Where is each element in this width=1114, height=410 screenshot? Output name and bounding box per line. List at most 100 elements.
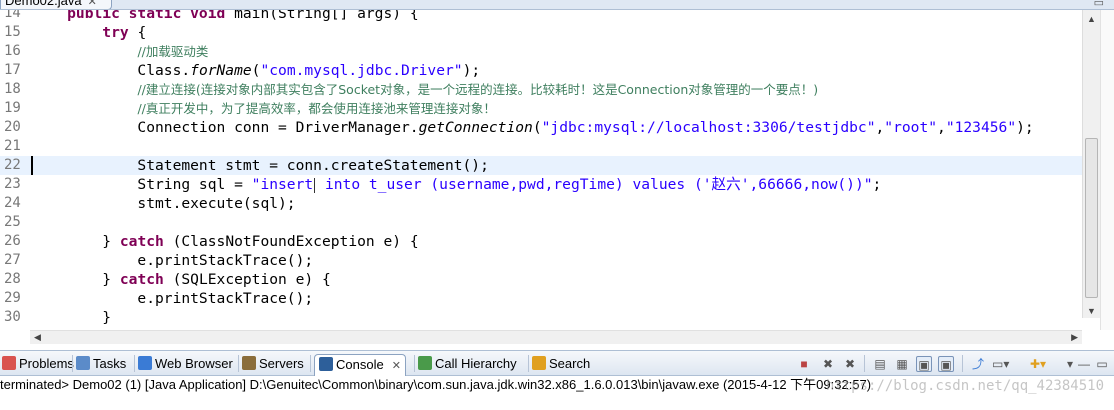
- code-token: stmt.execute(sql);: [32, 195, 296, 212]
- code-line[interactable]: 16 //加载驱动类: [0, 42, 1082, 61]
- code-line[interactable]: 28 } catch (SQLException e) {: [0, 270, 1082, 289]
- scroll-down-arrow-icon[interactable]: ▼: [1087, 306, 1096, 316]
- code-token: );: [1016, 119, 1034, 136]
- scrollbar-thumb[interactable]: [1085, 138, 1098, 298]
- code-text: //真正开发中，为了提高效率，都会使用连接池来管理连接对象！: [32, 99, 495, 118]
- line-number: 19: [4, 100, 21, 116]
- code-token: "root": [884, 119, 938, 136]
- minimize-icon[interactable]: —: [1076, 356, 1092, 372]
- code-text: } catch (SQLException e) {: [32, 270, 331, 289]
- overview-ruler: [1100, 10, 1114, 330]
- code-token: into t_user (username,pwd,regTime) value…: [316, 176, 873, 193]
- maximize-panel-icon[interactable]: ▭: [1094, 356, 1110, 372]
- code-text: Connection conn = DriverManager.getConne…: [32, 118, 1034, 137]
- panel-tab-web-browser[interactable]: Web Browser: [138, 354, 233, 374]
- code-text: e.printStackTrace();: [32, 289, 313, 308]
- code-line[interactable]: 15 try {: [0, 23, 1082, 42]
- code-line[interactable]: 17 Class.forName("com.mysql.jdbc.Driver"…: [0, 61, 1082, 80]
- code-text: } catch (ClassNotFoundException e) {: [32, 232, 419, 251]
- panel-tab-label: Problems: [19, 356, 74, 371]
- panel-tab-label: Call Hierarchy: [435, 356, 517, 371]
- call-hierarchy-icon: [418, 356, 432, 370]
- ide-window: Demo02.java ✕ ▭ 14 public static void mai…: [0, 0, 1114, 410]
- code-line[interactable]: 22 Statement stmt = conn.createStatement…: [0, 156, 1082, 175]
- code-token: main(String[] args) {: [234, 10, 419, 22]
- maximize-icon[interactable]: ▭: [1094, 0, 1104, 9]
- code-line[interactable]: 30 }: [0, 308, 1082, 327]
- code-token: (ClassNotFoundException e) {: [163, 233, 419, 250]
- code-token: Connection conn = DriverManager.: [32, 119, 419, 136]
- code-line[interactable]: 20 Connection conn = DriverManager.getCo…: [0, 118, 1082, 137]
- remove-all-terminated-icon[interactable]: ✖: [842, 356, 858, 372]
- line-number: 24: [4, 195, 21, 211]
- code-line[interactable]: 21: [0, 137, 1082, 156]
- code-line[interactable]: 19 //真正开发中，为了提高效率，都会使用连接池来管理连接对象！: [0, 99, 1082, 118]
- code-line[interactable]: 25: [0, 213, 1082, 232]
- line-number: 17: [4, 62, 21, 78]
- panel-tab-label: Web Browser: [155, 356, 233, 371]
- open-console-icon[interactable]: ✚▾: [1030, 356, 1046, 372]
- console-status-line: terminated> Demo02 (1) [Java Application…: [0, 377, 872, 392]
- panel-tab-tasks[interactable]: Tasks: [76, 354, 126, 374]
- panel-tab-problems[interactable]: Problems: [2, 354, 74, 374]
- panel-tab-label: Console: [336, 357, 384, 372]
- close-icon[interactable]: ✕: [88, 0, 97, 8]
- code-token: public static void: [32, 10, 235, 22]
- servers-icon: [242, 356, 256, 370]
- code-token: (SQLException e) {: [163, 271, 331, 288]
- code-line[interactable]: 14 public static void main(String[] args…: [0, 10, 1082, 23]
- code-line[interactable]: 24 stmt.execute(sql);: [0, 194, 1082, 213]
- vertical-scrollbar[interactable]: ▲ ▼: [1082, 10, 1100, 318]
- code-token: ,: [875, 119, 885, 136]
- panel-tab-search[interactable]: Search: [532, 354, 590, 374]
- show-on-stderr-icon[interactable]: ▣: [938, 356, 954, 372]
- remove-launch-icon[interactable]: ✖: [820, 356, 836, 372]
- code-token: }: [32, 271, 120, 288]
- show-on-stdout-icon[interactable]: ▣: [916, 356, 932, 372]
- code-text: e.printStackTrace();: [32, 251, 313, 270]
- code-token: try: [102, 24, 129, 41]
- code-line[interactable]: 18 //建立连接(连接对象内部其实包含了Socket对象，是一个远程的连接。比…: [0, 80, 1082, 99]
- scroll-lock-icon[interactable]: ▦: [894, 356, 910, 372]
- terminate-icon[interactable]: ■: [796, 356, 812, 372]
- scroll-up-arrow-icon[interactable]: ▲: [1087, 14, 1096, 24]
- code-token: ;: [872, 176, 882, 193]
- problems-icon: [2, 356, 16, 370]
- code-token: String sql =: [32, 176, 252, 193]
- panel-tab-label: Tasks: [93, 356, 127, 371]
- panel-tab-servers[interactable]: Servers: [242, 354, 304, 374]
- line-number: 22: [4, 157, 21, 173]
- panel-tab-console[interactable]: Console ✕: [314, 354, 406, 377]
- horizontal-scrollbar[interactable]: ◀ ▶: [30, 330, 1082, 344]
- code-token: "com.mysql.jdbc.Driver": [260, 62, 463, 79]
- code-token: "insert: [251, 176, 314, 193]
- display-console-icon[interactable]: ▭▾: [992, 356, 1009, 372]
- code-line[interactable]: 27 e.printStackTrace();: [0, 251, 1082, 270]
- code-token: ,: [937, 119, 946, 136]
- panel-tab-label: Servers: [259, 356, 304, 371]
- code-line[interactable]: 26 } catch (ClassNotFoundException e) {: [0, 232, 1082, 251]
- close-icon[interactable]: ✕: [392, 360, 401, 372]
- code-text: //加载驱动类: [32, 42, 208, 61]
- code-token: "jdbc:mysql://localhost:3306/testjdbc": [541, 119, 876, 136]
- code-editor[interactable]: 14 public static void main(String[] args…: [0, 10, 1082, 330]
- code-token: getConnection: [418, 119, 533, 136]
- line-number: 30: [4, 309, 21, 325]
- code-token: Class.: [32, 62, 191, 79]
- code-line[interactable]: 23 String sql = "insert into t_user (use…: [0, 175, 1082, 194]
- panel-tab-call-hierarchy[interactable]: Call Hierarchy: [418, 354, 517, 374]
- code-line[interactable]: 29 e.printStackTrace();: [0, 289, 1082, 308]
- line-number: 15: [4, 24, 21, 40]
- code-text: }: [32, 308, 111, 327]
- line-number: 28: [4, 271, 21, 287]
- line-number: 14: [4, 10, 21, 21]
- code-token: forName: [190, 62, 252, 79]
- pin-console-icon[interactable]: ⤴: [970, 356, 986, 372]
- editor-tab-demo02[interactable]: Demo02.java ✕: [0, 0, 112, 9]
- scroll-right-arrow-icon[interactable]: ▶: [1071, 332, 1078, 343]
- clear-console-icon[interactable]: ▤: [872, 356, 888, 372]
- code-text: try {: [32, 23, 146, 42]
- scroll-left-arrow-icon[interactable]: ◀: [34, 332, 41, 343]
